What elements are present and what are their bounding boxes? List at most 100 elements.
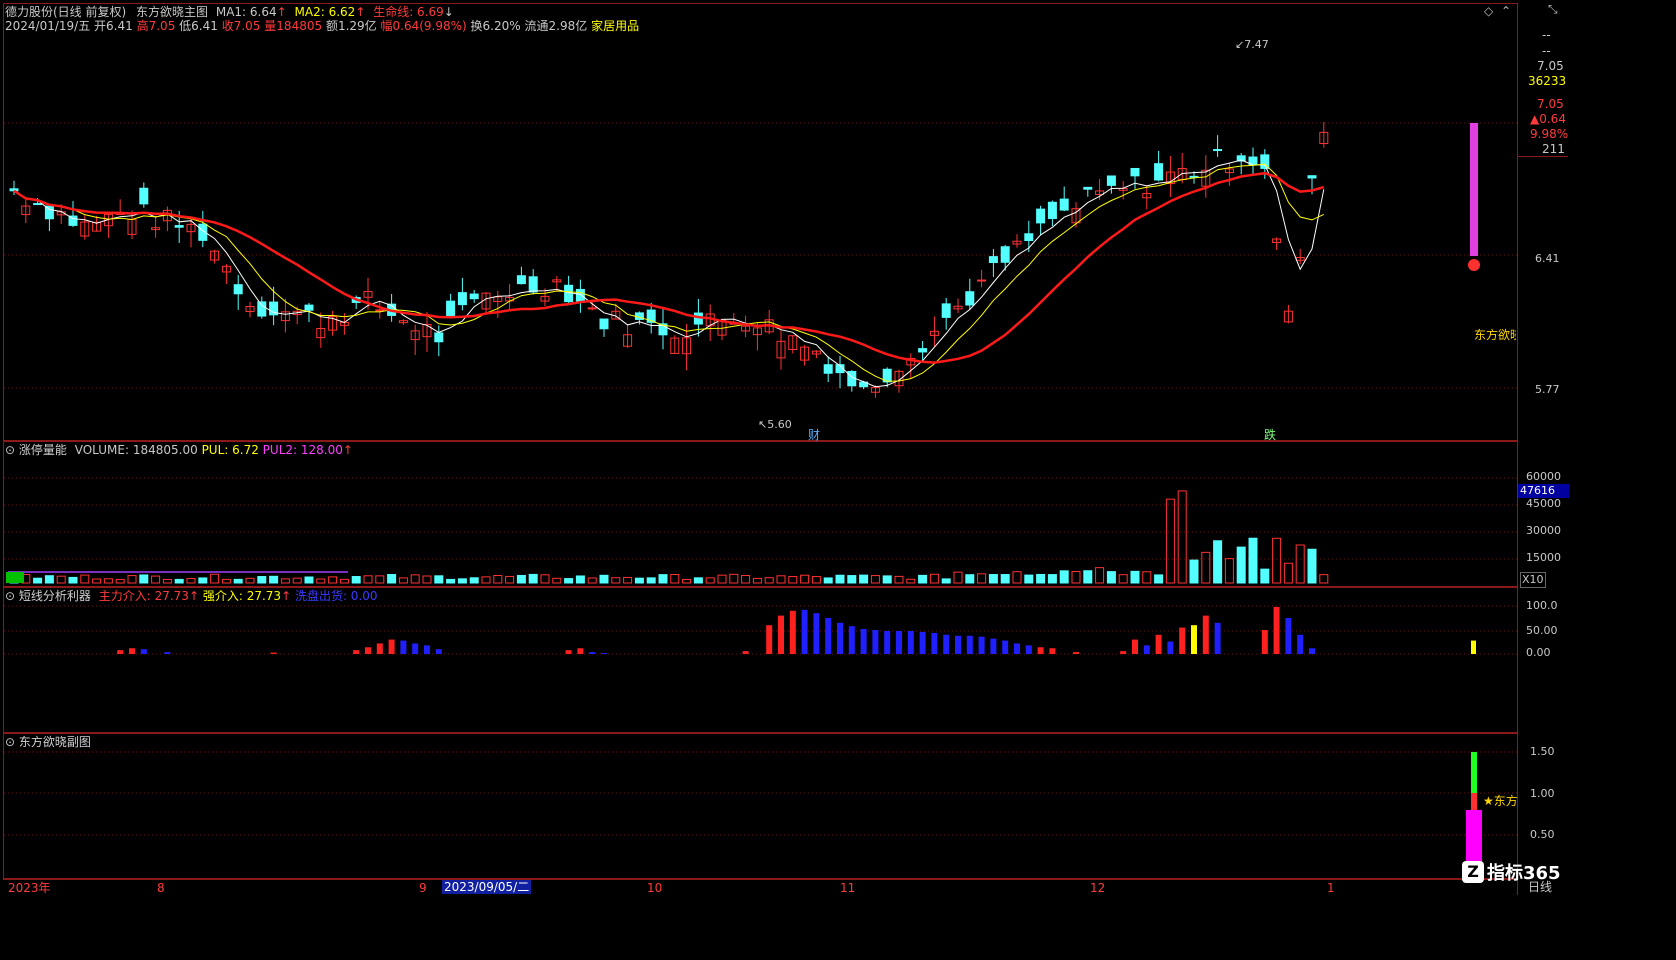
signal-bar-main bbox=[1120, 651, 1127, 654]
amount-info: 额1.29亿 bbox=[325, 19, 377, 33]
signal-bar-wash bbox=[813, 613, 820, 654]
diamond-icon[interactable]: ◇ bbox=[1484, 4, 1493, 18]
sub-axis-3: 0.50 bbox=[1530, 828, 1555, 841]
signal-bar-main bbox=[388, 639, 395, 654]
restore-icon[interactable]: ⤡ bbox=[1548, 2, 1558, 16]
signal-bar-wash bbox=[1297, 634, 1304, 654]
volume-bar bbox=[1012, 571, 1022, 584]
volume-bar bbox=[587, 577, 597, 584]
info-delta: ▲0.64 bbox=[1530, 112, 1566, 126]
volume-bar bbox=[1083, 570, 1093, 584]
pul-value: PUL: 6.72 bbox=[201, 443, 259, 457]
candle-body bbox=[516, 275, 526, 285]
candle-body bbox=[174, 225, 184, 228]
signal-bar-main bbox=[742, 651, 749, 654]
volume-flag bbox=[6, 572, 24, 583]
volume-bar bbox=[351, 576, 361, 584]
signal-bar-main bbox=[1202, 615, 1209, 654]
volume-bar bbox=[693, 577, 703, 584]
volume-bar bbox=[505, 575, 515, 584]
short-axis-2: 50.00 bbox=[1526, 624, 1558, 637]
volume-collapse-icon[interactable]: ⊙ bbox=[5, 443, 15, 457]
volume-bar bbox=[811, 576, 821, 584]
indicator-name[interactable]: 东方欲晓主图 bbox=[136, 5, 208, 19]
candle-body bbox=[1213, 149, 1223, 152]
volume-bar bbox=[56, 575, 66, 584]
volume-bar bbox=[493, 575, 503, 584]
chart-canvas[interactable] bbox=[0, 0, 1676, 960]
volume-bar bbox=[835, 574, 845, 584]
signal-bar-wash bbox=[601, 653, 607, 654]
candle-body bbox=[1130, 167, 1140, 177]
volume-bar bbox=[103, 578, 113, 584]
short-collapse-icon[interactable]: ⊙ bbox=[5, 589, 15, 603]
candle-body bbox=[1047, 201, 1057, 220]
volume-bar bbox=[953, 571, 963, 584]
signal-bar-wash bbox=[1143, 645, 1150, 654]
volume-panel-title[interactable]: 涨停量能 bbox=[19, 443, 67, 457]
ma1-value: MA1: 6.64 bbox=[215, 5, 277, 19]
sector-info[interactable]: 家居用品 bbox=[591, 19, 639, 33]
candle-body bbox=[469, 293, 479, 300]
volume-bar bbox=[115, 578, 125, 584]
stock-title: 德力股份(日线 前复权) 东方欲晓主图 MA1: 6.64↑ MA2: 6.62… bbox=[5, 5, 454, 19]
volume-bar bbox=[162, 578, 172, 584]
volume-bar bbox=[410, 574, 420, 584]
signal-bar-wash bbox=[140, 649, 147, 654]
signal-bar-wash bbox=[1025, 645, 1032, 654]
timeline-selected-date[interactable]: 2023/09/05/二 bbox=[442, 880, 532, 894]
sub-collapse-icon[interactable]: ⊙ bbox=[5, 735, 15, 749]
signal-bar-wash bbox=[1309, 648, 1315, 654]
candle-body bbox=[9, 188, 19, 192]
signal-bar-wash bbox=[931, 632, 938, 654]
volume-bar bbox=[174, 578, 184, 584]
bar-date: 2024/01/19/五 bbox=[5, 19, 91, 33]
brand-logo: Z 指标365 bbox=[1462, 858, 1561, 886]
signal-bar-wash bbox=[424, 645, 430, 654]
signal-bar-wash bbox=[907, 630, 914, 654]
sub-panel-title[interactable]: 东方欲晓副图 bbox=[19, 735, 91, 749]
dongfang-label: 东方欲晓 bbox=[1474, 328, 1516, 342]
brand-logo-text: 指标365 bbox=[1487, 863, 1561, 884]
candle-body bbox=[1059, 198, 1069, 211]
life-line bbox=[13, 171, 1325, 364]
volume-bar bbox=[292, 577, 302, 584]
volume-bar bbox=[328, 576, 338, 584]
volume-bar bbox=[1024, 574, 1034, 584]
signal-bar-wash bbox=[1285, 618, 1292, 654]
signal-bar-main bbox=[365, 647, 371, 654]
strong-in-value: 强介入: 27.73 bbox=[202, 589, 282, 603]
high-marker-value: 7.47 bbox=[1244, 38, 1269, 51]
signal-bar-main bbox=[117, 650, 124, 654]
main-axis-label-1: 6.41 bbox=[1535, 252, 1560, 265]
pul2-value: PUL2: 128.00 bbox=[262, 443, 343, 457]
high-price: 高7.05 bbox=[136, 19, 176, 33]
signal-bar-main bbox=[1179, 627, 1186, 654]
volume-bar bbox=[92, 578, 102, 584]
info-dash-1: -- bbox=[1542, 28, 1551, 42]
candle-body bbox=[446, 300, 456, 318]
candle-body bbox=[257, 301, 267, 317]
ohlc-info: 2024/01/19/五 开6.41 高7.05 低6.41 收7.05 量18… bbox=[5, 19, 639, 33]
low-marker: ↖5.60 bbox=[758, 418, 792, 431]
signal-bar-wash bbox=[589, 652, 596, 654]
volume-bar bbox=[859, 574, 869, 584]
volume-bar bbox=[918, 574, 928, 584]
signal-bar-wash bbox=[801, 609, 808, 654]
timeline-bar[interactable] bbox=[3, 879, 1518, 896]
info-dash-2: -- bbox=[1542, 44, 1551, 58]
signal-bar-main bbox=[129, 648, 135, 654]
volume-bar bbox=[788, 576, 798, 584]
short-panel-title[interactable]: 短线分析利器 bbox=[19, 589, 91, 603]
timeline-dec: 12 bbox=[1090, 881, 1106, 895]
volume-bar bbox=[564, 578, 574, 584]
scroll-up-icon[interactable]: ⌃ bbox=[1501, 4, 1511, 18]
strong-in-up-arrow-icon: ↑ bbox=[281, 589, 292, 603]
candle-body bbox=[33, 203, 43, 206]
volume-bar bbox=[457, 578, 467, 584]
signal-dot bbox=[1468, 259, 1480, 271]
sub-axis-2: 1.00 bbox=[1530, 787, 1555, 800]
candle-body bbox=[941, 303, 951, 318]
ma2-up-arrow-icon: ↑ bbox=[355, 5, 366, 19]
signal-bar-wash bbox=[164, 652, 171, 654]
